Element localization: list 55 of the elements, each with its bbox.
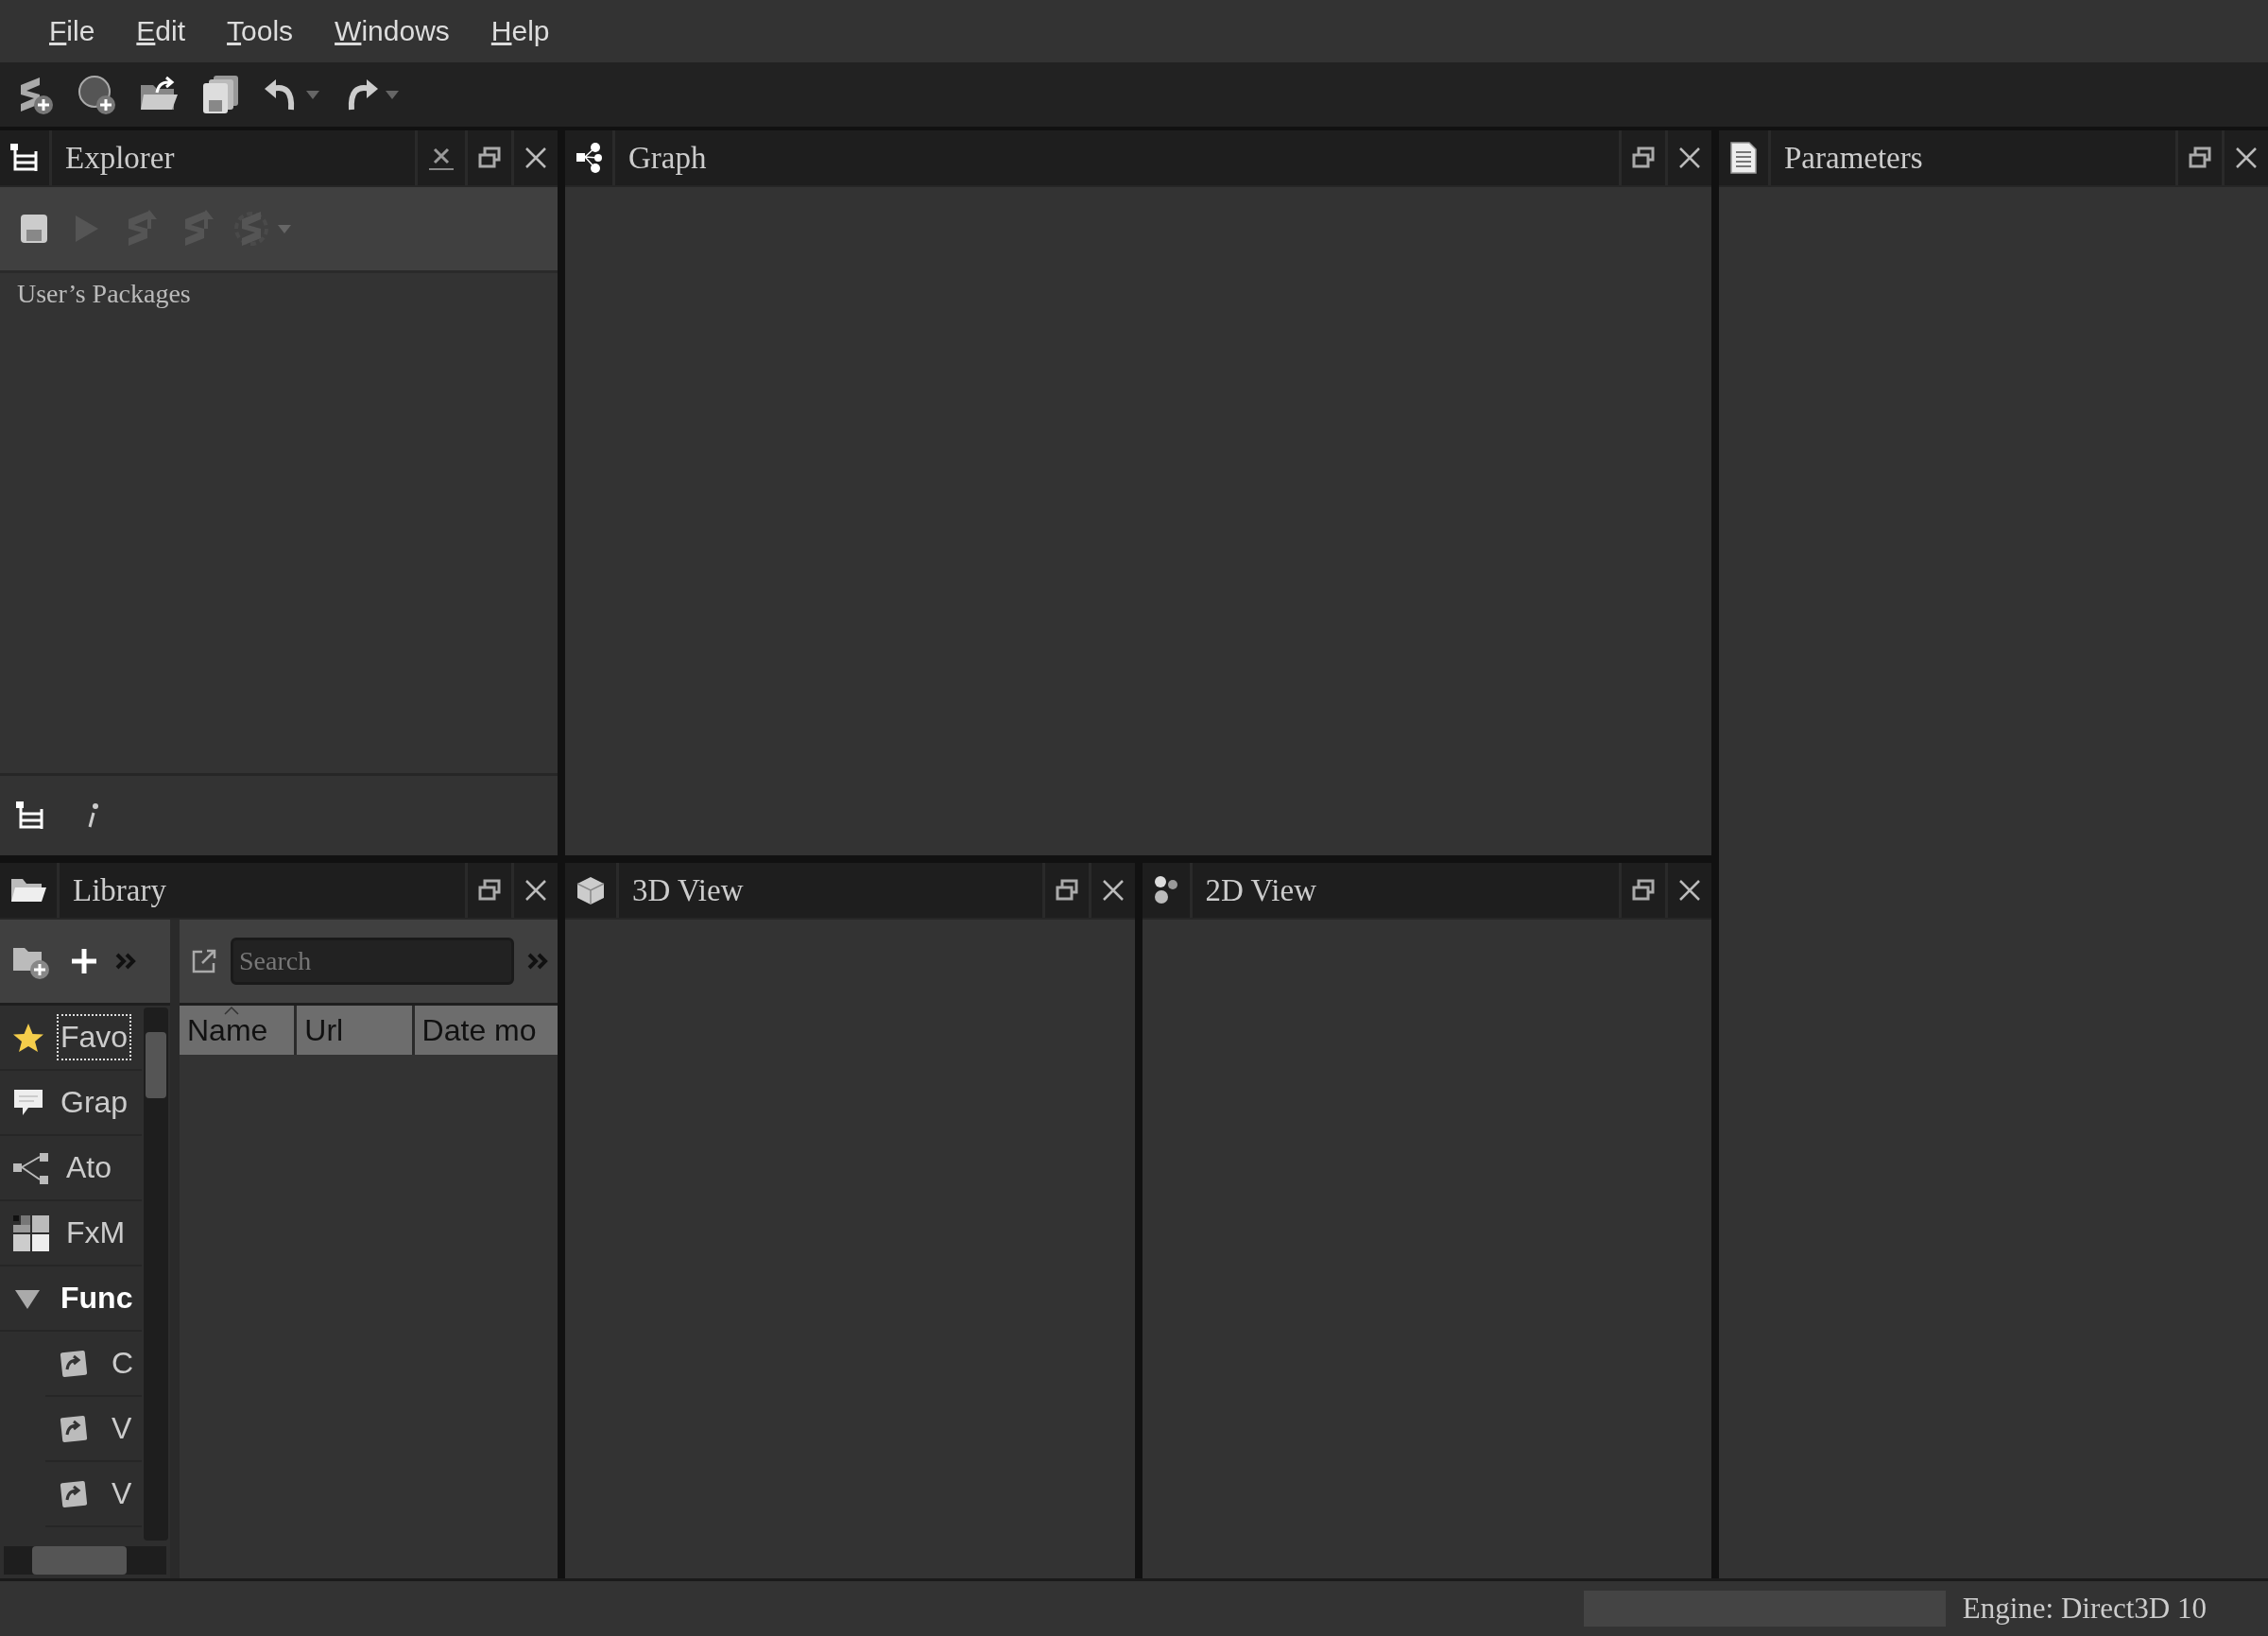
panel-title: 2D View	[1204, 871, 1317, 909]
node-graph-icon	[11, 1150, 51, 1185]
scrollbar[interactable]	[144, 1007, 168, 1541]
restore-icon[interactable]	[477, 146, 502, 170]
close-icon[interactable]	[524, 878, 548, 903]
menu-item[interactable]: Tools	[206, 9, 315, 53]
function-arrow-icon	[59, 1478, 89, 1509]
package-item[interactable]: User’s Packages	[17, 279, 541, 309]
menu-item[interactable]: Help	[470, 9, 571, 53]
menu-item[interactable]: Windows	[314, 9, 471, 53]
library-category[interactable]: Ato	[62, 1145, 116, 1191]
new-sphere-icon[interactable]	[76, 74, 117, 115]
close-icon[interactable]	[1100, 878, 1125, 903]
restore-icon[interactable]	[477, 878, 502, 903]
library-category[interactable]: Func	[57, 1275, 137, 1321]
tree-icon[interactable]	[9, 143, 40, 173]
panel-title: Graph	[627, 139, 708, 177]
restore-icon[interactable]	[1631, 146, 1656, 170]
panel-title: Library	[72, 871, 167, 909]
document-icon[interactable]	[1728, 141, 1759, 175]
close-icon[interactable]	[1677, 146, 1702, 170]
panel-title: Explorer	[64, 139, 176, 177]
external-link-icon[interactable]	[191, 948, 217, 974]
engine-status: Engine: Direct3D 10	[1962, 1592, 2207, 1626]
plus-icon[interactable]	[70, 947, 98, 975]
search-field[interactable]: Search	[231, 938, 514, 985]
function-arrow-icon	[59, 1348, 89, 1379]
tiles-icon	[11, 1213, 51, 1253]
restore-icon[interactable]	[2188, 146, 2212, 170]
restore-icon[interactable]	[1631, 878, 1656, 903]
library-category[interactable]: FxM	[62, 1210, 129, 1256]
close-icon[interactable]	[524, 146, 548, 170]
close-icon[interactable]	[2234, 146, 2259, 170]
menu-item[interactable]: File	[28, 9, 116, 53]
dropdown-caret-icon[interactable]	[304, 89, 321, 100]
column-header[interactable]: Date mo	[414, 1006, 558, 1055]
library-category[interactable]: V	[108, 1405, 136, 1452]
panel-title: 3D View	[631, 871, 745, 909]
column-header[interactable]: Name	[180, 1006, 295, 1055]
save-icon[interactable]	[19, 213, 49, 245]
node-graph-icon[interactable]	[575, 142, 603, 174]
library-category[interactable]: Grap	[57, 1079, 132, 1126]
dropdown-caret-icon[interactable]	[384, 89, 401, 100]
close-icon[interactable]	[1677, 878, 1702, 903]
column-header[interactable]: Url	[297, 1006, 412, 1055]
scrollbar[interactable]	[4, 1546, 166, 1575]
library-category[interactable]: V	[108, 1471, 136, 1517]
panel-title: Parameters	[1783, 139, 1924, 177]
tree-view-icon[interactable]	[15, 801, 45, 831]
restore-icon[interactable]	[1054, 878, 1079, 903]
library-category[interactable]: Favo	[57, 1014, 132, 1060]
function-arrow-icon	[59, 1413, 89, 1444]
cube-icon[interactable]	[575, 874, 607, 906]
menu-item[interactable]: Edit	[115, 9, 207, 53]
library-category[interactable]: C	[108, 1340, 138, 1386]
